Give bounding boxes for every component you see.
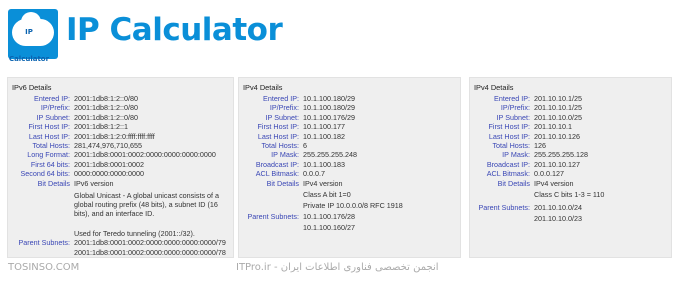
field-label: IP Subnet:	[265, 112, 299, 122]
app-header: IP Calculator IP Calculator	[0, 0, 678, 70]
field-label: IP Mask:	[271, 150, 299, 160]
parent-subnet: 10.1.100.176/28	[303, 212, 355, 221]
field-label: Total Hosts:	[261, 141, 299, 150]
field-label: First Host IP:	[257, 122, 299, 132]
parent-subnet: 2001:1db8:0001:0002:0000:0000:0000:0000/…	[74, 248, 226, 257]
field-value: 2001:1db8:0001:0002:0000:0000:0000:0000	[74, 150, 216, 160]
parent-subnet: 201.10.10.0/24	[534, 203, 582, 212]
bit-detail-line: Used for Teredo tunneling (2001::/32).	[74, 228, 195, 238]
field-value: 10.1.100.176/29	[303, 112, 355, 122]
field-label: IP Mask:	[502, 150, 530, 160]
field-label: Total Hosts:	[492, 141, 530, 150]
panel-title: IPv4 Details	[243, 83, 283, 92]
field-value: 10.1.100.182	[303, 131, 345, 141]
panel-title: IPv4 Details	[474, 83, 514, 92]
parent-subnets-label: Parent Subnets:	[247, 212, 299, 221]
logo-text: IP Calculator	[8, 28, 50, 63]
field-label: IP/Prefix:	[500, 103, 530, 113]
field-label: Entered IP:	[263, 94, 299, 103]
field-value: 2001:1db8:1:2::0/80	[74, 112, 138, 122]
bit-detail-line: Class A bit 1=0	[303, 189, 351, 199]
field-label: Total Hosts:	[32, 141, 70, 150]
bit-detail-line: IPv4 version	[534, 178, 574, 188]
watermark-center: انجمن تخصصی فناوری اطلاعات ایران - ITPro…	[236, 262, 439, 273]
field-label: First 64 bits:	[30, 159, 70, 169]
field-value: 281,474,976,710,655	[74, 141, 142, 150]
parent-subnet: 201.10.10.0/23	[534, 214, 582, 223]
field-value: 2001:1db8:0001:0002	[74, 159, 144, 169]
field-value: 10.1.100.180/29	[303, 103, 355, 113]
field-label: Last Host IP:	[257, 131, 299, 141]
panel-title: IPv6 Details	[12, 83, 52, 92]
logo: IP Calculator	[8, 9, 58, 63]
watermark-left: TOSINSO.COM	[8, 262, 80, 273]
field-label: First Host IP:	[488, 122, 530, 132]
bit-detail-line: Class C bits 1-3 = 110	[534, 189, 605, 199]
field-label: IP Subnet:	[36, 112, 70, 122]
field-value: 2001:1db8:1:2::0/80	[74, 103, 138, 113]
parent-subnets-label: Parent Subnets:	[18, 238, 70, 247]
ipv6-details-panel: IPv6 Details Entered IP:2001:1db8:1:2::0…	[7, 77, 234, 258]
ipv4-details-panel: IPv4 Details Entered IP: 201.10.10.1/25 I…	[469, 77, 672, 258]
parent-subnet: 2001:1db8:0001:0002:0000:0000:0000:0000/…	[74, 238, 226, 247]
field-value: 2001:1db8:1:2::0/80	[74, 94, 138, 103]
bit-details-label: Bit Details	[37, 178, 70, 188]
parent-subnets-label: Parent Subnets:	[478, 203, 530, 212]
bit-details-label: Bit Details	[266, 178, 299, 188]
bit-detail-line: Private IP 10.0.0.0/8 RFC 1918	[303, 200, 403, 210]
field-label: Broadcast IP:	[255, 159, 299, 169]
field-label: Last Host IP:	[28, 131, 70, 141]
bit-detail-line: IPv6 version	[74, 178, 114, 188]
field-value: 10.1.100.180/29	[303, 94, 355, 103]
field-value: 255.255.255.248	[303, 150, 357, 160]
field-label: ACL Bitmask:	[486, 169, 530, 179]
field-value: 2001:1db8:1:2:0:ffff:ffff:ffff	[74, 131, 155, 141]
field-value: 201.10.10.1	[534, 122, 572, 132]
field-value: 126	[534, 141, 546, 150]
field-label: Second 64 bits:	[20, 169, 70, 179]
field-label: Last Host IP:	[488, 131, 530, 141]
field-value: 201.10.10.126	[534, 131, 580, 141]
field-value: 201.10.10.127	[534, 159, 580, 169]
field-label: Entered IP:	[494, 94, 530, 103]
field-label: Long Format:	[27, 150, 70, 160]
field-label: Broadcast IP:	[486, 159, 530, 169]
field-value: 0.0.0.7	[303, 169, 325, 179]
field-value: 10.1.100.183	[303, 159, 345, 169]
parent-subnet: 10.1.100.160/27	[303, 223, 355, 232]
app-title: IP Calculator	[66, 12, 283, 48]
field-value: 255.255.255.128	[534, 150, 588, 160]
field-value: 2001:1db8:1:2::1	[74, 122, 128, 132]
field-label: IP/Prefix:	[269, 103, 299, 113]
field-value: 6	[303, 141, 307, 150]
field-label: IP/Prefix:	[40, 103, 70, 113]
ipv4-details-panel: IPv4 Details Entered IP: 10.1.100.180/29 …	[238, 77, 461, 258]
field-label: First Host IP:	[28, 122, 70, 132]
bit-detail-line: IPv4 version	[303, 178, 343, 188]
field-label: IP Subnet:	[496, 112, 530, 122]
field-label: Entered IP:	[34, 94, 70, 103]
field-value: 10.1.100.177	[303, 122, 345, 132]
field-value: 0.0.0.127	[534, 169, 564, 179]
field-label: ACL Bitmask:	[255, 169, 299, 179]
field-value: 201.10.10.1/25	[534, 94, 582, 103]
bit-detail-line: Global Unicast - A global unicast consis…	[74, 190, 220, 219]
field-value: 201.10.10.1/25	[534, 103, 582, 113]
field-value: 0000:0000:0000:0000	[74, 169, 144, 179]
bit-details-label: Bit Details	[497, 178, 530, 188]
field-value: 201.10.10.0/25	[534, 112, 582, 122]
